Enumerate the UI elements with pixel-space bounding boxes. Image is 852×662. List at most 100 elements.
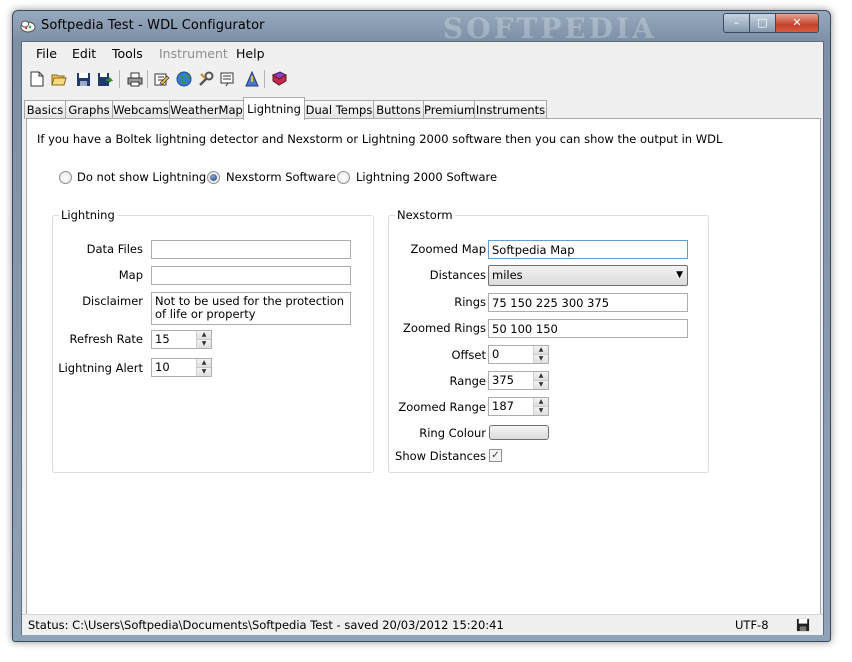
spin-down-icon[interactable]: ▼ [197,368,211,376]
preview-icon[interactable] [219,70,237,88]
menu-edit[interactable]: Edit [72,46,96,61]
zoomed-rings-input[interactable]: 50 100 150 [488,319,688,338]
minimize-button[interactable]: – [723,13,750,33]
tab-lightning[interactable]: Lightning [243,97,305,120]
spin-buttons: ▲ ▼ [196,359,211,376]
radio-do-not-show-label[interactable]: Do not show Lightning [77,170,206,184]
offset-stepper[interactable]: 0 ▲ ▼ [488,345,549,364]
zoomed-range-stepper[interactable]: 187 ▲ ▼ [488,397,549,416]
map-input[interactable] [151,266,351,285]
save-status-icon[interactable] [796,618,810,632]
radio-lightning-2000[interactable] [337,171,350,184]
refresh-rate-stepper[interactable]: 15 ▲ ▼ [151,330,212,349]
menu-tools[interactable]: Tools [112,46,143,61]
maximize-button[interactable]: □ [749,13,776,33]
offset-value: 0 [492,347,500,361]
lightning-alert-stepper[interactable]: 10 ▲ ▼ [151,358,212,377]
client-area: File Edit Tools Instrument Help Basics G… [21,41,824,635]
radio-lightning-2000-label[interactable]: Lightning 2000 Software [356,170,497,184]
disclaimer-input[interactable]: Not to be used for the protection of lif… [151,292,351,325]
status-text: Status: C:\Users\Softpedia\Documents\Sof… [28,618,504,632]
menu-file[interactable]: File [36,46,57,61]
menu-bar: File Edit Tools Instrument Help [22,42,823,64]
range-label: Range [449,374,486,388]
radio-nexstorm[interactable] [207,171,220,184]
encoding-label: UTF-8 [735,618,769,632]
spin-up-icon[interactable]: ▲ [534,372,548,381]
distances-dropdown[interactable]: miles ▼ [488,265,688,286]
intro-text: If you have a Boltek lightning detector … [37,132,723,146]
spin-down-icon[interactable]: ▼ [534,407,548,415]
tab-graphs[interactable]: Graphs [65,100,113,119]
toolbar-separator [147,70,148,88]
chevron-down-icon: ▼ [676,270,683,280]
rings-input[interactable]: 75 150 225 300 375 [488,293,688,312]
tab-strip: Basics Graphs Webcams WeatherMap Lightni… [22,97,823,120]
spin-up-icon[interactable]: ▲ [534,346,548,355]
spin-buttons: ▲ ▼ [533,346,548,363]
spin-down-icon[interactable]: ▼ [534,381,548,389]
title-bar[interactable]: Softpedia Test - WDL Configurator SOFTPE… [13,11,830,45]
new-file-icon[interactable] [28,70,46,88]
edit-icon[interactable] [153,70,171,88]
ring-colour-label: Ring Colour [419,426,486,440]
zoomed-rings-label: Zoomed Rings [403,321,486,335]
lightning-alert-label: Lightning Alert [58,361,143,375]
map-label: Map [118,268,143,282]
toolbar-separator [264,70,265,88]
print-icon[interactable] [126,70,144,88]
lightning-group: Lightning Data Files Map Disclaimer Not … [52,208,374,473]
toolbar-separator [119,70,120,88]
rings-label: Rings [454,295,486,309]
tab-buttons[interactable]: Buttons [373,100,424,119]
disclaimer-label: Disclaimer [82,294,143,308]
range-value: 375 [492,373,514,387]
close-button[interactable]: ✕ [775,13,819,33]
data-files-input[interactable] [151,240,351,259]
tab-webcams[interactable]: Webcams [112,100,170,119]
tools-icon[interactable] [197,70,215,88]
data-files-label: Data Files [86,242,143,256]
zoomed-range-label: Zoomed Range [398,400,486,414]
spin-buttons: ▲ ▼ [533,398,548,415]
app-window: Softpedia Test - WDL Configurator SOFTPE… [12,10,831,642]
spin-up-icon[interactable]: ▲ [197,331,211,340]
save-icon[interactable] [74,70,92,88]
lightning-alert-value: 10 [155,360,170,374]
show-distances-label: Show Distances [395,449,486,463]
menu-instrument[interactable]: Instrument [159,46,228,61]
save-as-icon[interactable] [96,70,114,88]
zoomed-map-label: Zoomed Map [410,242,486,256]
zoomed-range-value: 187 [492,399,514,413]
distances-value: miles [492,268,523,282]
zoomed-map-input[interactable]: Softpedia Map [488,240,688,259]
spin-up-icon[interactable]: ▲ [197,359,211,368]
radio-nexstorm-label[interactable]: Nexstorm Software [226,170,336,184]
lightning-group-title: Lightning [59,208,117,222]
tab-weathermap[interactable]: WeatherMap [169,100,244,119]
refresh-rate-label: Refresh Rate [69,332,143,346]
book-icon[interactable] [270,70,288,88]
tab-dual-temps[interactable]: Dual Temps [304,100,374,119]
spin-up-icon[interactable]: ▲ [534,398,548,407]
spin-buttons: ▲ ▼ [533,372,548,389]
instrument-icon[interactable] [243,70,261,88]
radio-do-not-show[interactable] [59,171,72,184]
range-stepper[interactable]: 375 ▲ ▼ [488,371,549,390]
tab-basics[interactable]: Basics [24,100,66,119]
tab-instruments[interactable]: Instruments [474,100,547,119]
toolbar [22,66,823,92]
refresh-rate-value: 15 [155,332,170,346]
menu-help[interactable]: Help [236,46,265,61]
offset-label: Offset [451,348,486,362]
web-icon[interactable] [175,70,193,88]
show-distances-checkbox[interactable]: ✓ [489,449,502,462]
spin-down-icon[interactable]: ▼ [534,355,548,363]
open-folder-icon[interactable] [50,70,68,88]
window-title: Softpedia Test - WDL Configurator [41,18,265,33]
tab-premium[interactable]: Premium [423,100,475,119]
ring-colour-button[interactable] [489,425,549,440]
spin-down-icon[interactable]: ▼ [197,340,211,348]
app-icon [20,20,36,33]
distances-label: Distances [429,268,486,282]
